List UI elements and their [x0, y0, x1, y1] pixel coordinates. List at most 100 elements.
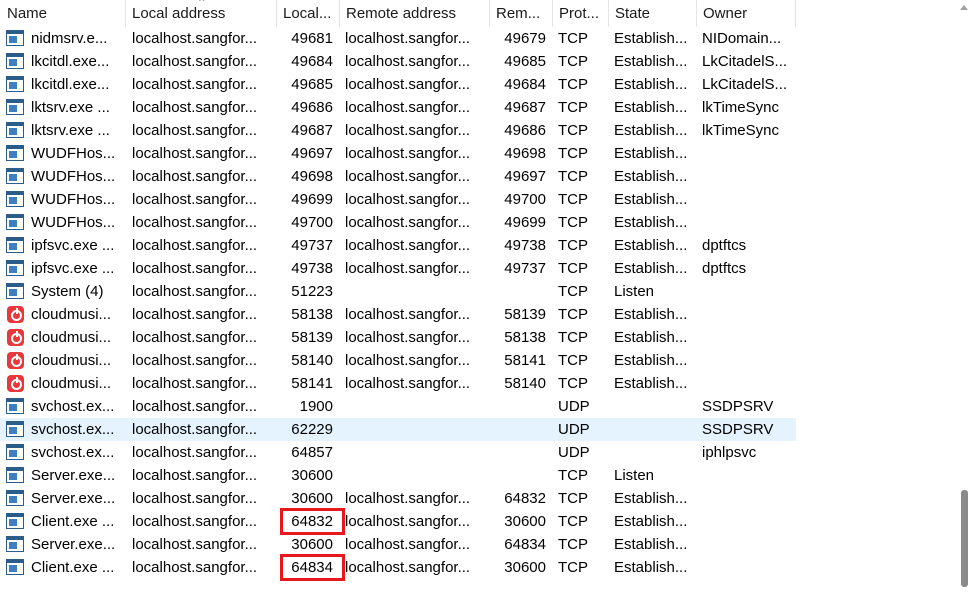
- cell-remote-port: 49684: [504, 76, 546, 93]
- cell-remote-port: [489, 280, 546, 303]
- cell-remote-port: [489, 441, 546, 464]
- cell-protocol: TCP: [558, 237, 588, 254]
- cell-local-port: 58141: [291, 375, 333, 392]
- cell-state: Establish...: [614, 490, 688, 507]
- cell-remote-port: 64832: [504, 490, 546, 507]
- vertical-scrollbar[interactable]: [955, 0, 974, 594]
- table-row[interactable]: WUDFHos... localhost.sangfor... 49697 local…: [0, 142, 796, 165]
- cell-protocol: TCP: [558, 99, 588, 116]
- table-row[interactable]: Server.exe... localhost.sangfor... 30600 lo…: [0, 487, 796, 510]
- cell-name: Client.exe ...: [31, 513, 115, 530]
- cell-owner: [702, 326, 794, 349]
- column-header-owner[interactable]: Owner: [696, 0, 796, 27]
- cell-local-port: 49737: [291, 237, 333, 254]
- table-row[interactable]: Client.exe ... localhost.sangfor... 64834 l…: [0, 554, 796, 581]
- table-row[interactable]: ipfsvc.exe ... localhost.sangfor... 49738 l…: [0, 257, 796, 280]
- app-window-icon: [6, 421, 24, 437]
- cell-remote-address: localhost.sangfor...: [345, 237, 471, 254]
- cell-local-port: 58139: [291, 329, 333, 346]
- table-row[interactable]: Server.exe... localhost.sangfor... 30600 TC…: [0, 464, 796, 487]
- cell-name: WUDFHos...: [31, 168, 116, 185]
- connections-table: ^ Name Local address Local... Remote add…: [0, 0, 974, 594]
- cell-remote-port: [489, 418, 546, 441]
- table-row[interactable]: WUDFHos... localhost.sangfor... 49700 local…: [0, 211, 796, 234]
- table-row[interactable]: WUDFHos... localhost.sangfor... 49698 local…: [0, 165, 796, 188]
- table-row[interactable]: lkcitdl.exe... localhost.sangfor... 49685 l…: [0, 73, 796, 96]
- scrollbar-thumb[interactable]: [961, 490, 968, 587]
- table-row[interactable]: lktsrv.exe ... localhost.sangfor... 49687 l…: [0, 119, 796, 142]
- table-row[interactable]: WUDFHos... localhost.sangfor... 49699 local…: [0, 188, 796, 211]
- column-divider[interactable]: [795, 0, 796, 27]
- app-window-icon: [6, 398, 24, 414]
- app-window-icon: [6, 536, 24, 552]
- table-row[interactable]: cloudmusi... localhost.sangfor... 58141 loc…: [0, 372, 796, 395]
- cell-state: Establish...: [614, 237, 688, 254]
- cell-owner: [702, 211, 794, 234]
- column-header-remote-address[interactable]: Remote address: [339, 0, 489, 27]
- cell-name: lktsrv.exe ...: [31, 122, 110, 139]
- cell-name: nidmsrv.e...: [31, 30, 108, 47]
- cell-local-address: localhost.sangfor...: [132, 283, 258, 300]
- cell-remote-address: localhost.sangfor...: [345, 260, 471, 277]
- table-row[interactable]: cloudmusi... localhost.sangfor... 58139 loc…: [0, 326, 796, 349]
- table-row[interactable]: nidmsrv.e... localhost.sangfor... 49681 loc…: [0, 27, 796, 50]
- cell-protocol: TCP: [558, 352, 588, 369]
- cell-local-address: localhost.sangfor...: [132, 490, 258, 507]
- table-row[interactable]: svchost.ex... localhost.sangfor... 64857 UD…: [0, 441, 796, 464]
- table-row[interactable]: lktsrv.exe ... localhost.sangfor... 49686 l…: [0, 96, 796, 119]
- cell-name: Server.exe...: [31, 490, 116, 507]
- cell-protocol: TCP: [558, 76, 588, 93]
- cell-owner: [702, 349, 794, 372]
- column-header-local-address[interactable]: Local address: [125, 0, 276, 27]
- table-row[interactable]: svchost.ex... localhost.sangfor... 62229 UD…: [0, 418, 796, 441]
- app-window-icon: [6, 559, 24, 575]
- column-header-state[interactable]: State: [608, 0, 696, 27]
- cell-state: [614, 395, 694, 418]
- cell-owner: lkTimeSync: [702, 99, 779, 116]
- cell-owner: iphlpsvc: [702, 444, 757, 461]
- cell-local-address: localhost.sangfor...: [132, 398, 258, 415]
- cloudmusic-icon: [7, 306, 24, 323]
- cell-local-address: localhost.sangfor...: [132, 30, 258, 47]
- cell-state: Establish...: [614, 536, 688, 553]
- cell-local-address: localhost.sangfor...: [132, 329, 258, 346]
- cell-owner: [702, 510, 794, 533]
- table-row[interactable]: lkcitdl.exe... localhost.sangfor... 49684 l…: [0, 50, 796, 73]
- app-window-icon: [6, 30, 24, 46]
- cell-remote-address: [345, 280, 487, 303]
- table-row[interactable]: ipfsvc.exe ... localhost.sangfor... 49737 l…: [0, 234, 796, 257]
- table-row[interactable]: cloudmusi... localhost.sangfor... 58138 loc…: [0, 303, 796, 326]
- cell-local-address: localhost.sangfor...: [132, 306, 258, 323]
- table-row[interactable]: cloudmusi... localhost.sangfor... 58140 loc…: [0, 349, 796, 372]
- table-row[interactable]: Client.exe ... localhost.sangfor... 64832 l…: [0, 508, 796, 535]
- cell-local-port: 49698: [291, 168, 333, 185]
- column-header-protocol[interactable]: Prot...: [552, 0, 608, 27]
- cell-protocol: UDP: [558, 444, 590, 461]
- column-header-remote-port[interactable]: Rem...: [489, 0, 552, 27]
- app-window-icon: [6, 260, 24, 276]
- cell-remote-address: localhost.sangfor...: [345, 30, 471, 47]
- table-row[interactable]: Server.exe... localhost.sangfor... 30600 lo…: [0, 533, 796, 556]
- scroll-up-arrow-icon[interactable]: [960, 5, 968, 10]
- column-header-local-port[interactable]: Local...: [276, 0, 339, 27]
- table-row[interactable]: System (4) localhost.sangfor... 51223 TCP Li…: [0, 280, 796, 303]
- cell-state: Establish...: [614, 306, 688, 323]
- cell-remote-port: [489, 395, 546, 418]
- cell-name: svchost.ex...: [31, 421, 115, 438]
- cell-state: Establish...: [614, 260, 688, 277]
- cell-remote-address: localhost.sangfor...: [345, 536, 471, 553]
- cell-state: Establish...: [614, 329, 688, 346]
- cell-local-address: localhost.sangfor...: [132, 99, 258, 116]
- cell-owner: [702, 142, 794, 165]
- app-window-icon: [6, 490, 24, 506]
- cell-name: lkcitdl.exe...: [31, 76, 110, 93]
- cell-state: Establish...: [614, 214, 688, 231]
- app-window-icon: [6, 283, 24, 299]
- column-header-name[interactable]: Name: [0, 0, 125, 27]
- cell-protocol: TCP: [558, 490, 588, 507]
- cell-protocol: UDP: [558, 421, 590, 438]
- cell-local-port: 58140: [291, 352, 333, 369]
- table-row[interactable]: svchost.ex... localhost.sangfor... 1900 UDP…: [0, 395, 796, 418]
- cell-local-port: 49700: [291, 214, 333, 231]
- cell-owner: LkCitadelS...: [702, 53, 788, 70]
